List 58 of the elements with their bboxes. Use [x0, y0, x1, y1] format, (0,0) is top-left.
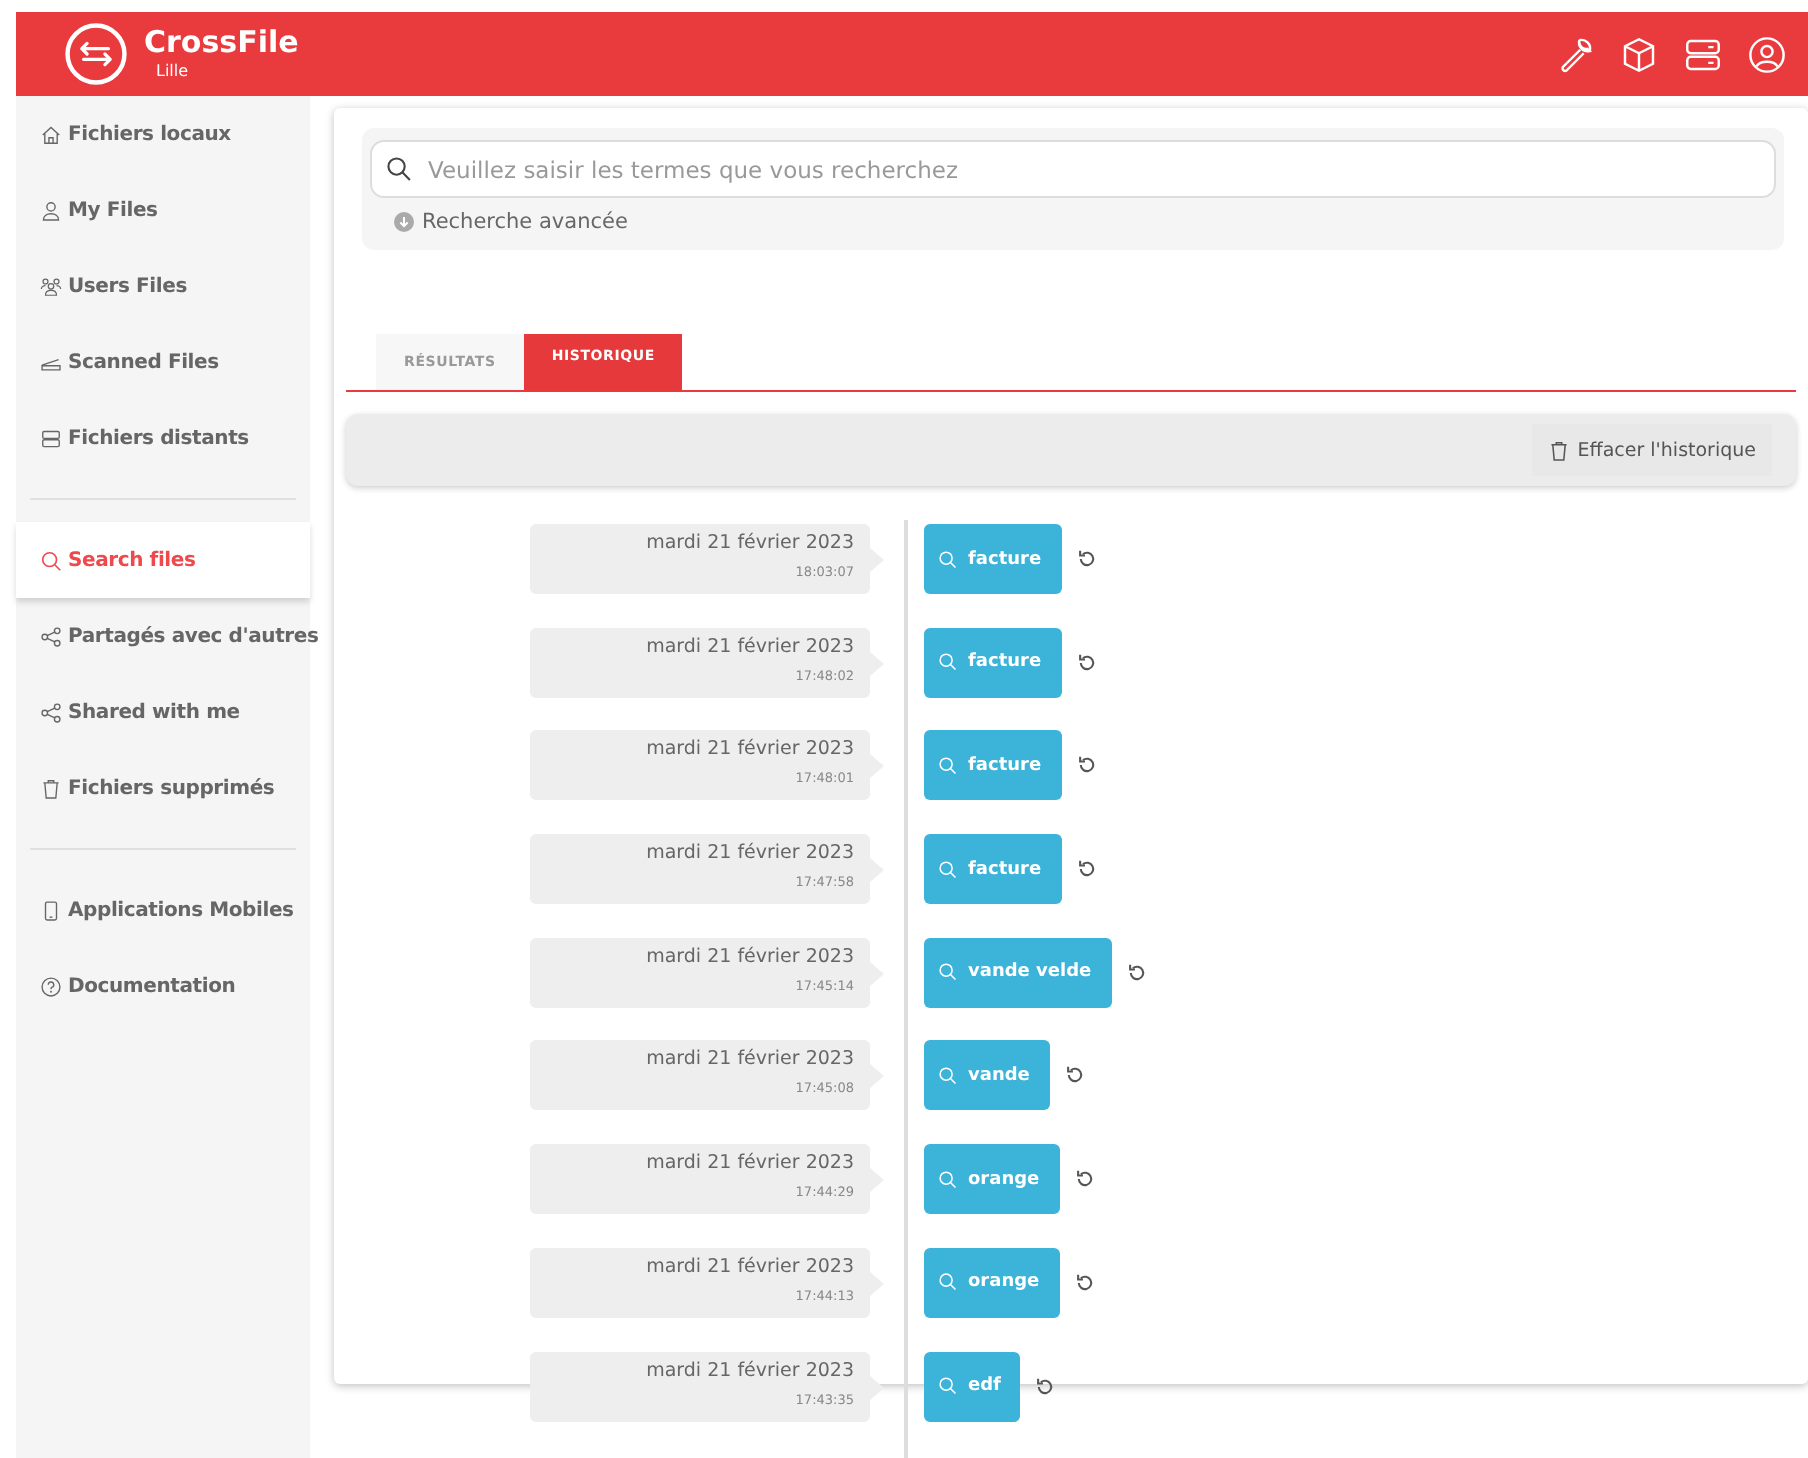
phone-icon	[40, 899, 62, 921]
app-name: CrossFile	[144, 28, 299, 58]
sidebar-item[interactable]: My Files	[16, 172, 310, 248]
history-date: mardi 21 février 2023	[646, 945, 854, 968]
logo-icon	[64, 22, 128, 86]
refresh-icon[interactable]	[1075, 754, 1098, 777]
refresh-icon[interactable]	[1073, 1271, 1096, 1294]
history-date: mardi 21 février 2023	[646, 1048, 854, 1071]
history-date: mardi 21 février 2023	[646, 635, 854, 658]
arrow-down-icon	[394, 212, 414, 232]
search-icon	[938, 962, 958, 983]
search-icon	[938, 1169, 958, 1190]
search-field[interactable]: Veuillez saisir les termes que vous recherchez	[370, 140, 1776, 198]
history-date: mardi 21 février 2023	[646, 1359, 854, 1381]
trash-icon	[40, 777, 62, 799]
sidebar-item[interactable]: Scanned Files	[16, 324, 310, 400]
search-icon	[938, 1376, 958, 1396]
site-name: Lille	[156, 64, 191, 80]
search-icon	[386, 156, 412, 182]
share-icon	[40, 625, 62, 647]
history-date: mardi 21 février 2023	[646, 1152, 854, 1175]
advanced-search-link[interactable]: Recherche avancée	[394, 210, 1776, 234]
sidebar-item[interactable]: Search files	[16, 522, 310, 598]
sidebar-item[interactable]: Documentation	[16, 948, 310, 1024]
sidebar-item[interactable]: Fichiers locaux	[16, 96, 310, 172]
search-icon	[938, 1272, 958, 1293]
box-icon[interactable]	[1618, 33, 1660, 75]
clear-history-button[interactable]: Effacer l'historique	[1531, 424, 1772, 476]
help-icon	[40, 975, 62, 997]
sidebar-item[interactable]: Shared with me	[16, 674, 310, 750]
server-icon	[40, 427, 62, 449]
trash-icon	[1547, 439, 1570, 461]
user-icon	[40, 199, 62, 221]
refresh-icon[interactable]	[1075, 651, 1098, 674]
refresh-icon[interactable]	[1125, 961, 1148, 984]
search-icon	[938, 1065, 958, 1086]
refresh-icon[interactable]	[1034, 1375, 1057, 1397]
history-date: mardi 21 février 2023	[646, 532, 854, 554]
sidebar-item[interactable]: Fichiers distants	[16, 400, 310, 476]
home-icon	[40, 123, 62, 145]
sidebar-item[interactable]: Applications Mobiles	[16, 872, 310, 948]
history-date: mardi 21 février 2023	[646, 738, 854, 761]
search-icon	[40, 549, 62, 571]
refresh-icon[interactable]	[1075, 548, 1098, 570]
refresh-icon[interactable]	[1075, 858, 1098, 881]
history-date: mardi 21 février 2023	[646, 842, 854, 865]
share-icon	[40, 701, 62, 723]
refresh-icon[interactable]	[1063, 1064, 1086, 1087]
history-date: mardi 21 février 2023	[646, 1255, 854, 1278]
users-icon	[40, 275, 62, 297]
sidebar-item[interactable]: Users Files	[16, 248, 310, 324]
search-icon	[938, 549, 958, 569]
search-icon	[938, 859, 958, 880]
refresh-icon[interactable]	[1073, 1168, 1096, 1191]
search-icon	[938, 652, 958, 673]
user-icon[interactable]	[1746, 33, 1788, 75]
sidebar-item[interactable]: Fichiers supprimés	[16, 750, 310, 826]
search-icon	[938, 755, 958, 776]
